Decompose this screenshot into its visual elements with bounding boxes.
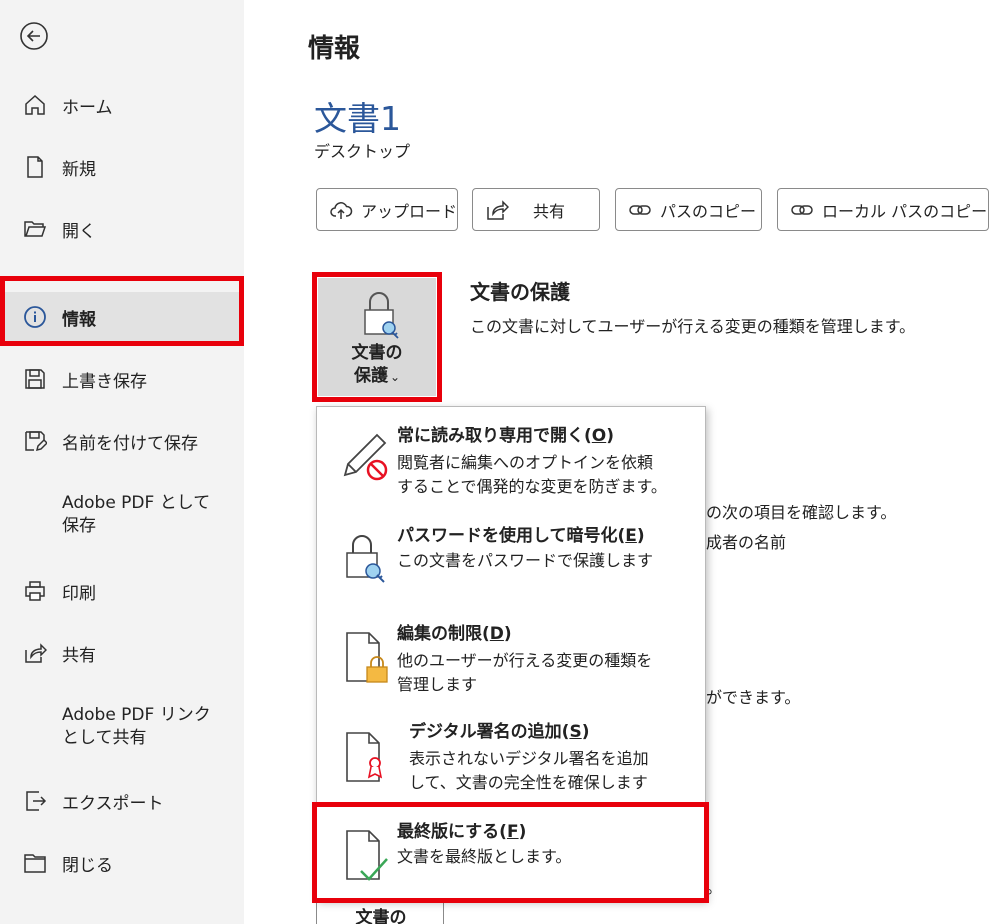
sidebar-item-export[interactable]: エクスポート <box>0 776 244 826</box>
back-arrow-icon <box>20 22 48 50</box>
save-as-icon <box>22 428 48 454</box>
sidebar-item-label: Adobe PDF として 保存 <box>62 493 211 536</box>
sidebar-item-label: エクスポート <box>62 793 164 814</box>
menu-item-title: 常に読み取り専用で開く(O) <box>397 426 615 446</box>
new-document-icon <box>22 154 48 180</box>
sidebar-item-label: 名前を付けて保存 <box>62 433 198 454</box>
sidebar-item-close[interactable]: 閉じる <box>0 838 244 888</box>
close-folder-icon <box>22 850 48 876</box>
inspect-item-fragment: 成者の名前 <box>706 533 787 552</box>
sidebar-item-share[interactable]: 共有 <box>0 628 244 678</box>
share-button[interactable]: 共有 <box>472 188 600 231</box>
protect-section-description: この文書に対してユーザーが行える変更の種類を管理します。 <box>470 317 916 336</box>
printer-icon <box>22 578 48 604</box>
sidebar-item-label: 印刷 <box>62 583 96 604</box>
sidebar-item-label: 上書き保存 <box>62 371 147 392</box>
page-title: 情報 <box>308 34 361 64</box>
menu-item-always-open-read-only[interactable]: 常に読み取り専用で開く(O) 閲覧者に編集へのオプトインを依頼 することで偶発的… <box>317 407 705 505</box>
menu-item-description: この文書をパスワードで保護します <box>397 551 654 570</box>
cloud-upload-icon <box>329 198 353 222</box>
menu-item-title: デジタル署名の追加(S) <box>409 722 590 742</box>
sidebar-item-label: 新規 <box>62 159 96 180</box>
link-icon <box>790 198 814 222</box>
copy-local-path-button-label: ローカル パスのコピー <box>822 201 988 221</box>
menu-item-restrict-editing[interactable]: 編集の制限(D) 他のユーザーが行える変更の種類を 管理します <box>317 607 705 703</box>
protect-section-title: 文書の保護 <box>470 280 570 304</box>
sidebar-item-new[interactable]: 新規 <box>0 142 244 192</box>
save-icon <box>22 366 48 392</box>
upload-button-label: アップロード <box>361 201 458 221</box>
export-icon <box>22 788 48 814</box>
menu-item-description: 閲覧者に編集へのオプトインを依頼 することで偶発的な変更を防ぎます。 <box>397 453 667 496</box>
versions-description-fragment: ができます。 <box>706 688 801 707</box>
sidebar-item-save-adobe-pdf[interactable]: Adobe PDF として 保存 <box>0 490 244 540</box>
backstage-sidebar: ホーム 新規 開く 情報 上書き保存 名前を付けて保存 Adobe PDF とし… <box>0 0 244 924</box>
sidebar-item-label: 共有 <box>62 645 96 666</box>
copy-local-path-button[interactable]: ローカル パスのコピー <box>777 188 989 231</box>
sidebar-item-save-as[interactable]: 名前を付けて保存 <box>0 416 244 466</box>
sidebar-item-label: 閉じる <box>62 855 113 876</box>
home-icon <box>22 92 48 118</box>
share-button-label: 共有 <box>533 201 566 221</box>
sidebar-item-share-adobe-pdf-link[interactable]: Adobe PDF リンク として共有 <box>0 702 244 752</box>
document-location: デスクトップ <box>314 142 411 161</box>
highlight-box-info <box>0 276 244 346</box>
sidebar-item-print[interactable]: 印刷 <box>0 566 244 616</box>
menu-item-description: 表示されないデジタル署名を追加 して、文書の完全性を確保します <box>409 749 649 792</box>
sidebar-item-open[interactable]: 開く <box>0 204 244 254</box>
highlight-box-protect <box>312 272 442 402</box>
sidebar-item-label: ホーム <box>62 97 113 118</box>
share-icon <box>485 198 510 222</box>
document-ribbon-icon <box>339 729 395 785</box>
menu-item-title: 編集の制限(D) <box>397 624 512 644</box>
document-lock-icon <box>339 629 395 685</box>
menu-item-title: パスワードを使用して暗号化(E) <box>397 526 645 546</box>
menu-item-add-digital-signature[interactable]: デジタル署名の追加(S) 表示されないデジタル署名を追加 して、文書の完全性を確… <box>317 707 705 803</box>
upload-button[interactable]: アップロード <box>316 188 458 231</box>
share-icon <box>22 640 48 666</box>
back-button[interactable] <box>18 20 50 52</box>
link-icon <box>628 198 652 222</box>
folder-open-icon <box>22 216 48 242</box>
inspect-description-fragment: の次の項目を確認します。 <box>706 503 897 522</box>
menu-item-encrypt-with-password[interactable]: パスワードを使用して暗号化(E) この文書をパスワードで保護します <box>317 507 705 599</box>
sidebar-item-save[interactable]: 上書き保存 <box>0 354 244 404</box>
copy-path-button-label: パスのコピー <box>660 201 757 221</box>
copy-path-button[interactable]: パスのコピー <box>615 188 762 231</box>
lock-key-icon <box>339 529 395 585</box>
sidebar-item-label: Adobe PDF リンク として共有 <box>62 705 211 748</box>
pencil-prohibited-icon <box>339 427 395 483</box>
sidebar-item-home[interactable]: ホーム <box>0 80 244 130</box>
sidebar-item-label: 開く <box>62 221 96 242</box>
document-title: 文書1 <box>314 99 401 138</box>
menu-item-description: 他のユーザーが行える変更の種類を 管理します <box>397 651 653 694</box>
highlight-box-mark-as-final <box>312 802 709 903</box>
